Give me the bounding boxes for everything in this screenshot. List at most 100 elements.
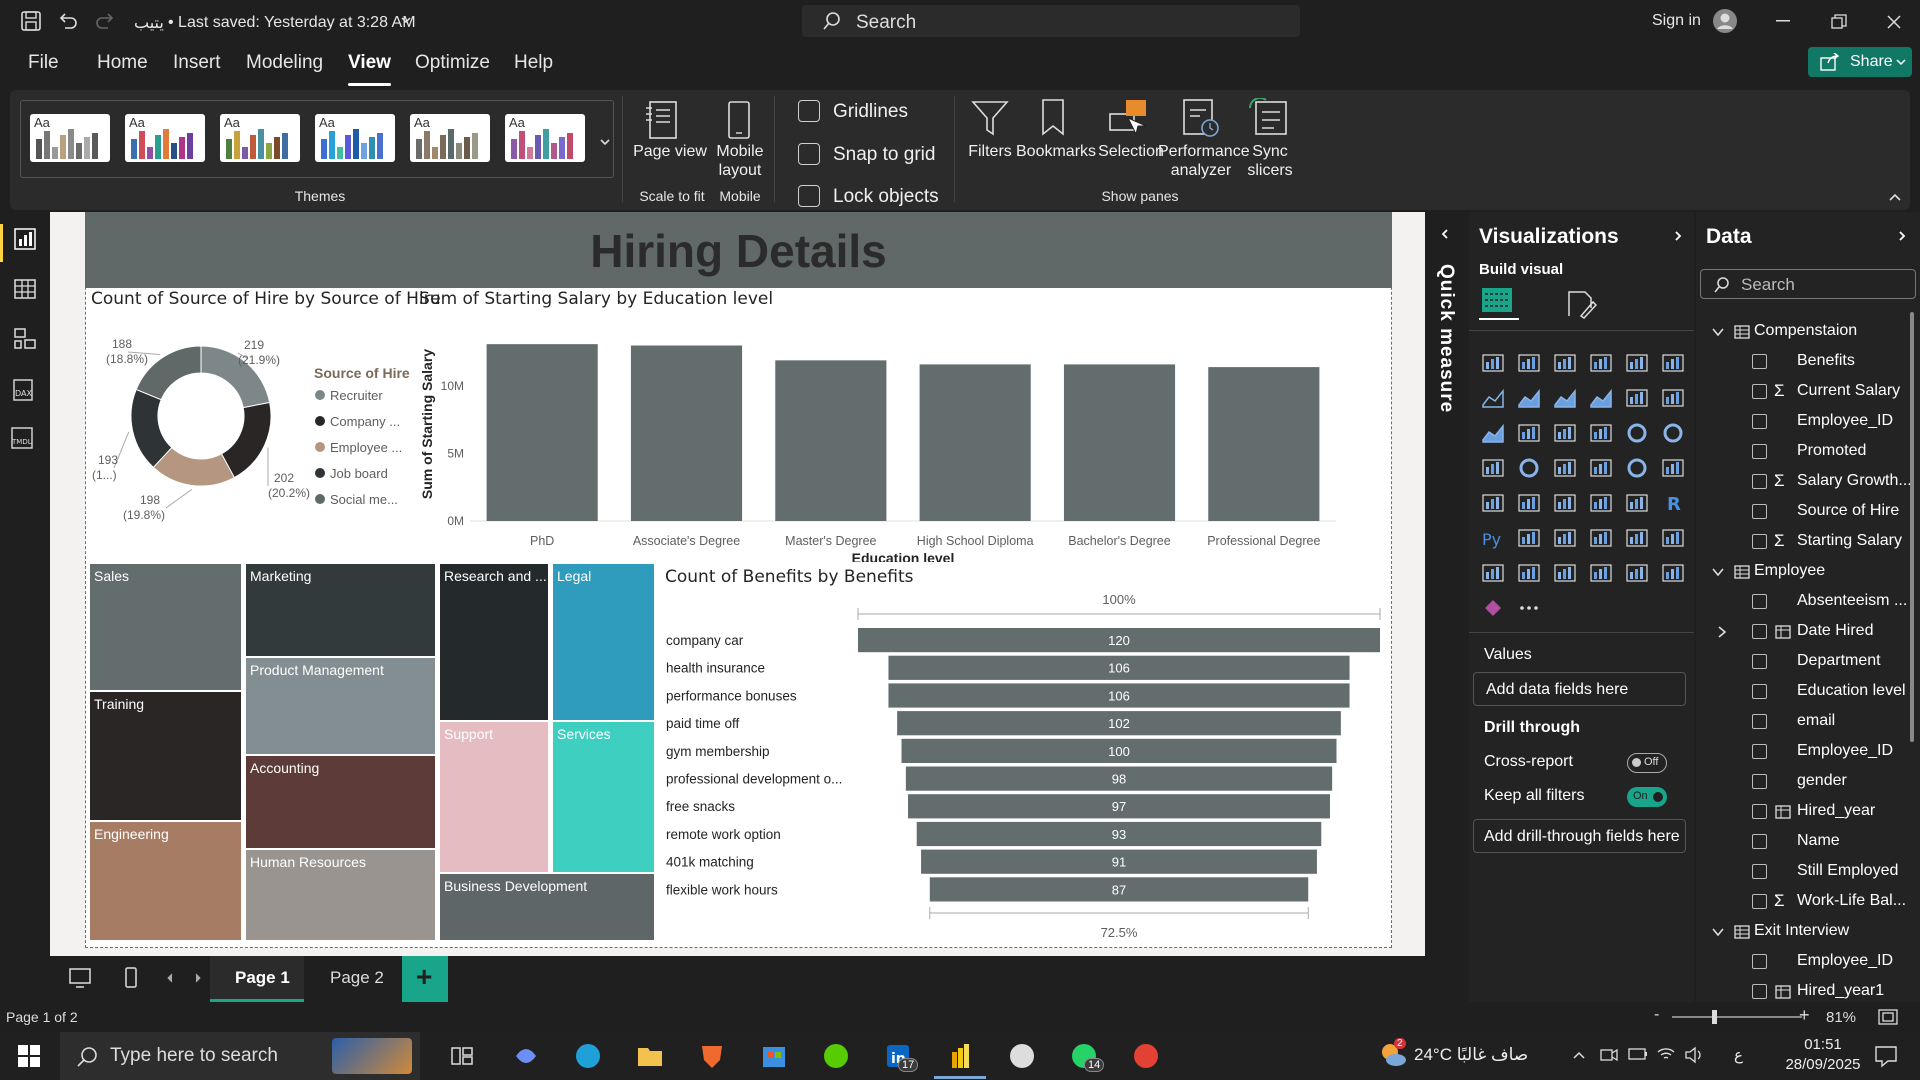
field-checkbox[interactable] <box>1752 984 1767 999</box>
matrix-visual-icon[interactable] <box>1625 492 1649 514</box>
theme-thumbnail[interactable]: Aa <box>220 114 300 162</box>
line-visual-icon[interactable] <box>1481 387 1505 409</box>
power-automate-visual-icon[interactable] <box>1553 562 1577 584</box>
data-field[interactable]: Benefits <box>1696 348 1920 378</box>
filled-map-visual-icon[interactable] <box>1553 457 1577 479</box>
funnel-visual-icon[interactable] <box>1553 422 1577 444</box>
field-checkbox[interactable] <box>1752 804 1767 819</box>
data-table-compenstaion[interactable]: Compenstaion <box>1696 318 1920 348</box>
treemap-visual-icon[interactable] <box>1481 457 1505 479</box>
page-tab-1[interactable]: Page 1 <box>210 956 304 1002</box>
desktop-layout-icon[interactable] <box>68 967 92 989</box>
report-view-icon[interactable] <box>14 228 36 250</box>
selection-button[interactable]: Selection <box>1094 142 1168 161</box>
chevron-down-icon[interactable] <box>1712 567 1724 577</box>
page-view-button[interactable]: Page view <box>630 142 710 161</box>
build-visual-tab[interactable] <box>1479 284 1519 320</box>
weather-text[interactable]: 24°C صاف غالبًا <box>1414 1045 1528 1065</box>
theme-thumbnail[interactable]: Aa <box>30 114 110 162</box>
table-visual-icon[interactable] <box>1589 492 1613 514</box>
treemap-tile[interactable]: Legal <box>553 564 654 720</box>
add-page-button[interactable]: + <box>402 956 448 1002</box>
treemap-chart[interactable]: Sales Training Engineering Marketing Product… <box>90 564 656 942</box>
field-checkbox[interactable] <box>1752 354 1767 369</box>
qa-visual-icon[interactable] <box>1589 527 1613 549</box>
battery-icon[interactable] <box>1628 1047 1648 1061</box>
zoom-slider-thumb[interactable] <box>1712 1010 1717 1024</box>
key-influencers-visual-icon[interactable] <box>1517 527 1541 549</box>
field-checkbox[interactable] <box>1752 954 1767 969</box>
bookmark-icon[interactable] <box>1040 98 1066 138</box>
gridlines-label[interactable]: Gridlines <box>833 101 908 123</box>
paginated-visual-icon[interactable] <box>1481 562 1505 584</box>
treemap-tile[interactable]: Training <box>90 692 241 820</box>
scrollbar[interactable] <box>1910 312 1914 742</box>
scatter-visual-icon[interactable] <box>1589 422 1613 444</box>
cross-report-toggle[interactable]: Off <box>1627 753 1667 773</box>
tmdl-view-icon[interactable]: TMDL <box>10 426 38 450</box>
dax-query-icon[interactable]: DAX <box>12 378 38 402</box>
column-bar[interactable] <box>775 360 887 521</box>
funnel-chart[interactable]: 100% 120 company car 106 health insurance 106… <box>660 588 1390 946</box>
line-column-visual-icon[interactable] <box>1625 387 1649 409</box>
meet-now-icon[interactable] <box>1600 1047 1618 1063</box>
data-field[interactable]: Absenteeism ... <box>1696 588 1920 618</box>
next-page-icon[interactable] <box>194 973 202 983</box>
page-view-icon[interactable] <box>644 100 680 140</box>
gauge-visual-icon[interactable] <box>1625 457 1649 479</box>
clock-date[interactable]: 28/09/2025 <box>1778 1056 1868 1073</box>
redo-icon[interactable] <box>94 10 116 32</box>
data-field[interactable]: Name <box>1696 828 1920 858</box>
goals-visual-icon[interactable] <box>1661 527 1685 549</box>
sync-slicers-button[interactable]: Sync slicers <box>1238 142 1302 180</box>
taskbar-search[interactable]: Type here to search <box>60 1032 420 1080</box>
notification-icon[interactable] <box>1874 1044 1898 1068</box>
report-title-banner[interactable]: Hiring Details <box>85 212 1392 288</box>
pie-visual-icon[interactable] <box>1625 422 1649 444</box>
map-visual-icon[interactable] <box>1517 457 1541 479</box>
close-icon[interactable] <box>1886 14 1902 30</box>
100-bar-visual-icon[interactable] <box>1625 352 1649 374</box>
zoom-slider[interactable] <box>1672 1016 1802 1018</box>
tab-home[interactable]: Home <box>97 52 148 74</box>
chevron-up-icon[interactable] <box>1572 1050 1586 1060</box>
custom-visual-icon[interactable] <box>1661 562 1685 584</box>
tab-help[interactable]: Help <box>514 52 553 74</box>
data-field[interactable]: Σ Work-Life Bal... <box>1696 888 1920 918</box>
tab-file[interactable]: File <box>28 52 59 74</box>
gridlines-checkbox[interactable] <box>798 100 820 122</box>
field-checkbox[interactable] <box>1752 414 1767 429</box>
performance-analyzer-icon[interactable] <box>1180 98 1220 138</box>
data-table-employee[interactable]: Employee <box>1696 558 1920 588</box>
100-column-visual-icon[interactable] <box>1661 352 1685 374</box>
treemap-tile[interactable]: Research and ... <box>440 564 548 720</box>
user-avatar-icon[interactable] <box>1712 8 1738 34</box>
azure-map-visual-icon[interactable] <box>1589 457 1613 479</box>
field-checkbox[interactable] <box>1752 774 1767 789</box>
column-bar[interactable] <box>1208 367 1320 521</box>
column-bar[interactable] <box>1063 364 1176 521</box>
model-view-icon[interactable] <box>14 328 36 350</box>
decomposition-visual-icon[interactable] <box>1553 527 1577 549</box>
data-field[interactable]: Employee_ID <box>1696 738 1920 768</box>
tab-insert[interactable]: Insert <box>173 52 221 74</box>
clock-time[interactable]: 01:51 <box>1788 1036 1858 1053</box>
selection-icon[interactable] <box>1106 98 1150 138</box>
chevron-right-icon[interactable] <box>1717 626 1727 638</box>
data-field[interactable]: Employee_ID <box>1696 948 1920 978</box>
chatgpt-icon[interactable] <box>1008 1042 1036 1070</box>
save-icon[interactable] <box>20 10 42 32</box>
minimize-icon[interactable] <box>1776 20 1790 22</box>
r-visual-visual-icon[interactable]: R <box>1661 492 1685 514</box>
data-table-exit-interview[interactable]: Exit Interview <box>1696 918 1920 948</box>
collapse-ribbon-icon[interactable] <box>1888 192 1902 202</box>
slicer-visual-icon[interactable] <box>1553 492 1577 514</box>
data-field[interactable]: Promoted <box>1696 438 1920 468</box>
data-field[interactable]: Education level <box>1696 678 1920 708</box>
search-bar[interactable]: Search <box>802 5 1300 37</box>
wifi-icon[interactable] <box>1656 1046 1676 1062</box>
field-checkbox[interactable] <box>1752 744 1767 759</box>
data-field[interactable]: Date Hired <box>1696 618 1920 648</box>
metrics-visual-icon[interactable] <box>1589 562 1613 584</box>
treemap-tile[interactable]: Engineering <box>90 822 241 940</box>
